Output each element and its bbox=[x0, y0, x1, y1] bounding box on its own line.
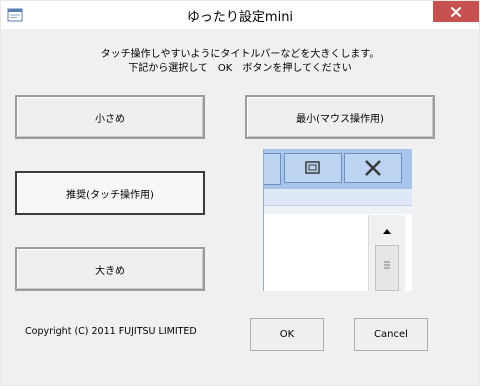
preview-minimize-button bbox=[264, 153, 281, 185]
window-title: ゆったり設定mini bbox=[186, 10, 294, 25]
option-minimum-button[interactable]: 最小(マウス操作用) bbox=[245, 95, 435, 139]
dialog-window: ゆったり設定mini タッチ操作しやすいようにタイトルバーなどを大きくします。 … bbox=[0, 0, 480, 386]
title-bar[interactable]: ゆったり設定mini bbox=[1, 1, 479, 29]
scroll-thumb-grip-icon bbox=[384, 261, 390, 269]
dialog-body: タッチ操作しやすいようにタイトルバーなどを大きくします。 下記から選択して OK… bbox=[1, 29, 479, 385]
option-recommended-button[interactable]: 推奨(タッチ操作用) bbox=[15, 171, 205, 215]
instruction-line-1: タッチ操作しやすいようにタイトルバーなどを大きくします。 bbox=[100, 49, 380, 60]
copyright-text: Copyright (C) 2011 FUJITSU LIMITED bbox=[25, 326, 197, 337]
preview-content-area bbox=[264, 215, 368, 291]
ok-button[interactable]: OK bbox=[250, 318, 324, 351]
option-large-button[interactable]: 大きめ bbox=[15, 247, 205, 291]
preview-close-button bbox=[344, 153, 402, 183]
close-icon bbox=[450, 6, 462, 17]
option-small-button[interactable]: 小さめ bbox=[15, 95, 205, 139]
titlebar-size-preview bbox=[263, 149, 412, 291]
preview-separator bbox=[264, 206, 412, 214]
scroll-up-icon bbox=[383, 229, 391, 234]
preview-scrollbar bbox=[368, 215, 405, 291]
maximize-icon bbox=[305, 161, 320, 174]
preview-menu-strip bbox=[264, 189, 412, 206]
preview-scroll-thumb bbox=[375, 245, 399, 291]
close-button[interactable] bbox=[433, 1, 479, 22]
instruction-line-2: 下記から選択して OK ボタンを押してください bbox=[128, 63, 352, 74]
cancel-button[interactable]: Cancel bbox=[354, 318, 428, 351]
close-icon bbox=[365, 160, 381, 176]
preview-titlebar bbox=[264, 149, 412, 189]
preview-maximize-button bbox=[284, 153, 342, 183]
